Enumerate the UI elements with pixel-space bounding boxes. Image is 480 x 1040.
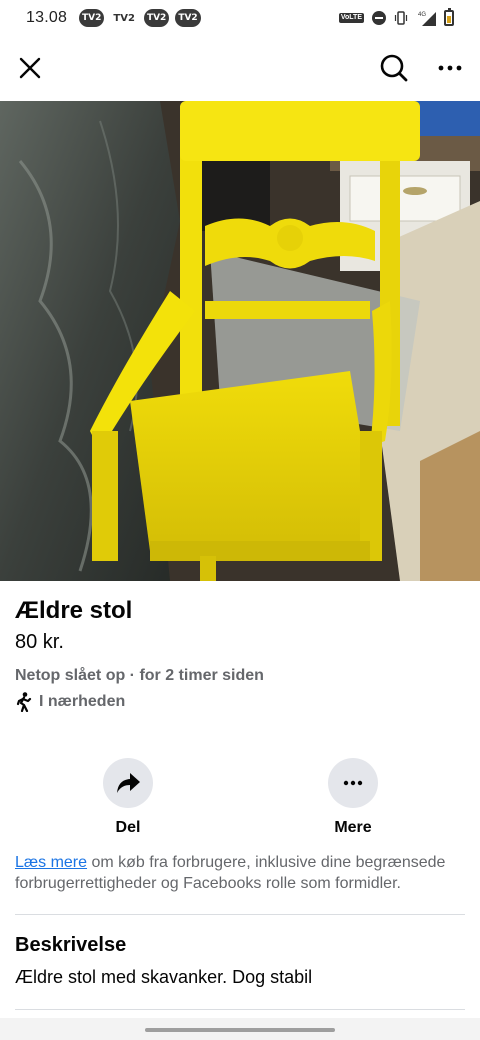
more-dots-icon (343, 780, 363, 786)
status-bar: 13.08 TV2 TV2 TV2 TV2 VoLTE 4G (0, 0, 480, 36)
navigation-bar (0, 1018, 480, 1040)
walking-person-icon (16, 692, 32, 712)
description-text: Ældre stol med skavanker. Dog stabil (15, 967, 313, 987)
search-button[interactable] (374, 48, 414, 88)
tv2-notification-icon: TV2 (175, 9, 201, 27)
description-heading: Beskrivelse (15, 934, 127, 956)
listing-posted-time: Netop slået op · for 2 timer siden (15, 667, 264, 684)
do-not-disturb-icon (372, 11, 386, 25)
vibrate-icon (394, 11, 408, 25)
listing-location[interactable]: I nærheden (15, 692, 125, 712)
tv2-notification-icon: TV2 (79, 9, 105, 27)
notification-icons: TV2 TV2 TV2 TV2 (79, 9, 201, 27)
system-icons: VoLTE 4G (338, 8, 454, 26)
more-button[interactable]: Mere (293, 758, 413, 837)
search-icon (380, 54, 408, 82)
close-button[interactable] (10, 48, 50, 88)
listing-title: Ældre stol (15, 597, 133, 624)
tv2-notification-icon: TV2 (143, 9, 170, 27)
status-time: 13.08 (26, 9, 68, 26)
network-type-label: 4G (418, 12, 426, 18)
battery-icon (444, 8, 454, 26)
listing-price: 80 kr. (15, 631, 64, 653)
more-icon (438, 65, 462, 71)
location-label: I nærheden (39, 693, 126, 710)
divider (15, 914, 465, 915)
read-more-link[interactable]: Læs mere (15, 854, 87, 871)
close-icon (19, 57, 41, 79)
signal-icon: 4G (418, 12, 436, 26)
divider (15, 1009, 465, 1010)
listing-photo[interactable] (0, 101, 480, 581)
gesture-handle[interactable] (145, 1028, 335, 1032)
more-circle (328, 758, 378, 808)
share-button[interactable]: Del (68, 758, 188, 837)
volte-icon: VoLTE (338, 13, 364, 23)
share-arrow-icon (117, 773, 140, 793)
more-label: Mere (334, 819, 372, 836)
consumer-notice: Læs mere om køb fra forbrugere, inklusiv… (15, 852, 465, 894)
tv2-notification-icon: TV2 (113, 12, 135, 24)
top-bar (0, 40, 480, 96)
more-options-button[interactable] (430, 48, 470, 88)
chair-photo (0, 101, 480, 581)
share-circle (103, 758, 153, 808)
share-label: Del (115, 819, 141, 836)
